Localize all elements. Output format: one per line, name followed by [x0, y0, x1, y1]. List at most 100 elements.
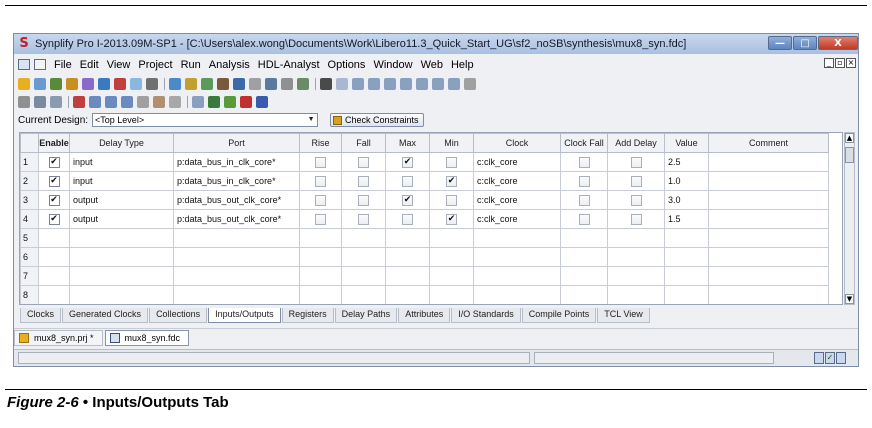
doc-tab-prj[interactable]: mux8_syn.prj * — [14, 329, 103, 346]
delay-type-cell[interactable]: input — [69, 152, 174, 172]
toolbar-tool-20-icon[interactable] — [336, 78, 348, 90]
status-window-icon[interactable] — [814, 352, 824, 364]
add-delay-checkbox[interactable] — [630, 213, 642, 225]
doc-tab-fdc[interactable]: mux8_syn.fdc — [104, 329, 190, 346]
maximize-button[interactable]: □ — [793, 36, 817, 50]
tab-i-o-standards[interactable]: I/O Standards — [451, 308, 521, 323]
value-cell[interactable]: 1.0 — [664, 171, 709, 191]
toolbar-tool-7-icon[interactable] — [114, 78, 126, 90]
toolbar-tool-13-icon[interactable] — [217, 78, 229, 90]
menu-hdl-analyst[interactable]: HDL-Analyst — [258, 59, 320, 71]
toolbar2-tool-10-icon[interactable] — [169, 96, 181, 108]
toolbar2-tool-1-icon[interactable] — [18, 96, 30, 108]
menu-edit[interactable]: Edit — [80, 59, 99, 71]
toolbar-tool-11-icon[interactable] — [185, 78, 197, 90]
toolbar-tool-8-icon[interactable] — [130, 78, 142, 90]
column-header-fall[interactable]: Fall — [341, 133, 386, 153]
toolbar-tool-26-icon[interactable] — [432, 78, 444, 90]
tab-generated-clocks[interactable]: Generated Clocks — [62, 308, 149, 323]
toolbar2-tool-3-icon[interactable] — [50, 96, 62, 108]
min-checkbox[interactable] — [446, 194, 457, 206]
column-header-enable[interactable]: Enable — [38, 133, 70, 153]
delay-type-cell[interactable] — [69, 247, 174, 267]
clock-cell[interactable]: c:clk_core — [473, 152, 561, 172]
toolbar-tool-25-icon[interactable] — [416, 78, 428, 90]
clock-fall-checkbox[interactable] — [578, 194, 590, 206]
toolbar-tool-9-icon[interactable] — [146, 78, 158, 90]
toolbar2-tool-8-icon[interactable] — [137, 96, 149, 108]
port-cell[interactable] — [173, 247, 300, 267]
toolbar2-tool-6-icon[interactable] — [105, 96, 117, 108]
toolbar-tool-15-icon[interactable] — [249, 78, 261, 90]
toolbar-tool-17-icon[interactable] — [281, 78, 293, 90]
comment-cell[interactable] — [708, 171, 829, 191]
rise-checkbox[interactable] — [315, 156, 326, 168]
scroll-thumb[interactable] — [845, 147, 854, 163]
toolbar-tool-14-icon[interactable] — [233, 78, 245, 90]
toolbar-tool-2-icon[interactable] — [34, 78, 46, 90]
column-header-max[interactable]: Max — [385, 133, 430, 153]
clock-cell[interactable] — [473, 285, 561, 304]
value-cell[interactable]: 3.0 — [664, 190, 709, 210]
menu-project[interactable]: Project — [138, 59, 172, 71]
fall-checkbox[interactable] — [358, 156, 369, 168]
toolbar-tool-6-icon[interactable] — [98, 78, 110, 90]
toolbar-tool-19-icon[interactable] — [320, 78, 332, 90]
add-delay-checkbox[interactable] — [630, 156, 642, 168]
delay-type-cell[interactable]: output — [69, 190, 174, 210]
tab-compile-points[interactable]: Compile Points — [521, 308, 597, 323]
port-cell[interactable]: p:data_bus_in_clk_core* — [173, 152, 300, 172]
title-bar[interactable]: S Synplify Pro I-2013.09M-SP1 - [C:\User… — [14, 34, 858, 54]
toolbar-tool-12-icon[interactable] — [201, 78, 213, 90]
min-checkbox[interactable] — [446, 156, 457, 168]
rise-checkbox[interactable] — [315, 175, 326, 187]
toolbar-tool-23-icon[interactable] — [384, 78, 396, 90]
toolbar-tool-1-icon[interactable] — [18, 78, 30, 90]
minimize-button[interactable]: — — [768, 36, 792, 50]
toolbar-tool-4-icon[interactable] — [66, 78, 78, 90]
toolbar2-tool-5-icon[interactable] — [89, 96, 101, 108]
enable-checkbox[interactable]: ✔ — [48, 213, 60, 225]
tab-inputs-outputs[interactable]: Inputs/Outputs — [208, 308, 281, 323]
column-header-clock-fall[interactable]: Clock Fall — [560, 133, 608, 153]
toolbar-tool-27-icon[interactable] — [448, 78, 460, 90]
tab-registers[interactable]: Registers — [281, 308, 334, 323]
toolbar2-tool-7-icon[interactable] — [121, 96, 133, 108]
toolbar-tool-3-icon[interactable] — [50, 78, 62, 90]
max-checkbox[interactable] — [402, 213, 413, 225]
menu-options[interactable]: Options — [328, 59, 366, 71]
toolbar2-tool-11-icon[interactable] — [192, 96, 204, 108]
clock-cell[interactable]: c:clk_core — [473, 190, 561, 210]
column-header-value[interactable]: Value — [664, 133, 709, 153]
comment-cell[interactable] — [708, 247, 829, 267]
status-check-icon[interactable]: ✓ — [825, 352, 835, 364]
scroll-up-icon[interactable]: ▲ — [845, 133, 854, 143]
toolbar-tool-16-icon[interactable] — [265, 78, 277, 90]
toolbar2-tool-13-icon[interactable] — [224, 96, 236, 108]
clock-cell[interactable]: c:clk_core — [473, 209, 561, 229]
toolbar2-tool-14-icon[interactable] — [240, 96, 252, 108]
column-header-port[interactable]: Port — [173, 133, 300, 153]
comment-cell[interactable] — [708, 228, 829, 248]
comment-cell[interactable] — [708, 285, 829, 304]
menu-window[interactable]: Window — [373, 59, 412, 71]
min-checkbox[interactable]: ✔ — [446, 213, 457, 225]
rise-checkbox[interactable] — [315, 194, 326, 206]
column-header-min[interactable]: Min — [429, 133, 474, 153]
menu-run[interactable]: Run — [181, 59, 201, 71]
delay-type-cell[interactable] — [69, 228, 174, 248]
comment-cell[interactable] — [708, 266, 829, 286]
tab-delay-paths[interactable]: Delay Paths — [334, 308, 398, 323]
project-view-icon[interactable] — [18, 59, 30, 70]
toolbar-tool-10-icon[interactable] — [169, 78, 181, 90]
toolbar2-tool-2-icon[interactable] — [34, 96, 46, 108]
clock-fall-checkbox[interactable] — [578, 175, 590, 187]
port-cell[interactable] — [173, 285, 300, 304]
value-cell[interactable]: 2.5 — [664, 152, 709, 172]
comment-cell[interactable] — [708, 209, 829, 229]
port-cell[interactable] — [173, 228, 300, 248]
value-cell[interactable] — [664, 228, 709, 248]
toolbar-tool-18-icon[interactable] — [297, 78, 309, 90]
tab-collections[interactable]: Collections — [149, 308, 208, 323]
value-cell[interactable]: 1.5 — [664, 209, 709, 229]
